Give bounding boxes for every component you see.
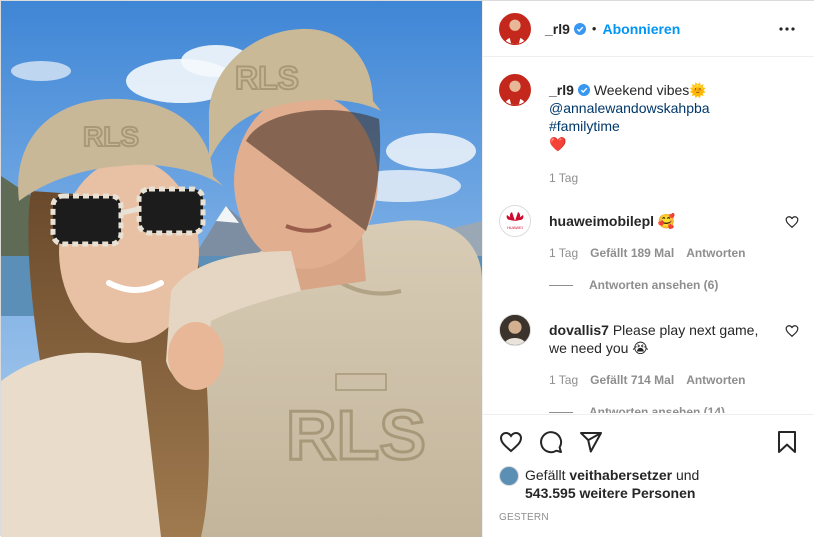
comment-time[interactable]: 1 Tag: [549, 244, 578, 262]
caption-hashtag[interactable]: #familytime: [549, 118, 620, 134]
comment-avatar[interactable]: [499, 314, 531, 346]
cap-logo-right: RLS: [235, 60, 299, 96]
cap-logo-left: RLS: [83, 121, 139, 152]
comment-like-icon[interactable]: [785, 324, 799, 338]
post-sidebar: _rl9 • Abonnieren _rl9 Weekend vibes🌞 @a…: [482, 1, 814, 537]
likes-count[interactable]: 543.595 weitere Personen: [525, 485, 695, 501]
comment-emoji: 🥰: [657, 213, 676, 229]
view-replies-label: Antworten ansehen (14): [589, 405, 726, 413]
separator-dot: •: [591, 21, 597, 36]
heart-emoji: ❤️: [549, 136, 567, 152]
author-avatar[interactable]: [499, 12, 531, 45]
comment-emoji: 😭: [632, 340, 649, 356]
view-replies-button[interactable]: Antworten ansehen (14): [549, 405, 799, 413]
svg-text:HUAWEI: HUAWEI: [507, 225, 523, 230]
reply-button[interactable]: Antworten: [686, 244, 745, 262]
follow-button[interactable]: Abonnieren: [602, 21, 680, 37]
liker-avatar[interactable]: [499, 466, 519, 486]
comment-item: dovallis7 Please play next game, we need…: [499, 314, 799, 389]
likes-summary: Gefällt veithabersetzer und 543.595 weit…: [499, 466, 799, 502]
comment-username[interactable]: huaweimobilepl: [549, 213, 654, 229]
caption-text: Weekend vibes: [593, 82, 690, 98]
caption-mention[interactable]: @annalewandowskahpba: [549, 100, 710, 116]
view-replies-label: Antworten ansehen (6): [589, 278, 719, 292]
author-username[interactable]: _rl9: [545, 21, 570, 37]
comment-likes[interactable]: Gefällt 189 Mal: [590, 244, 674, 262]
post-actions: Gefällt veithabersetzer und 543.595 weit…: [483, 414, 814, 523]
replies-divider: [549, 284, 573, 286]
heart-icon[interactable]: [499, 430, 523, 454]
comment-time[interactable]: 1 Tag: [549, 371, 578, 389]
bookmark-icon[interactable]: [775, 430, 799, 454]
replies-divider: [549, 411, 573, 413]
verified-badge-icon: [573, 22, 586, 35]
caption: _rl9 Weekend vibes🌞 @annalewandowskahpba…: [499, 74, 799, 187]
comment-item: HUAWEI huaweimobilepl 🥰 1 Tag Gefällt 18…: [499, 205, 799, 262]
comment-icon[interactable]: [539, 430, 563, 454]
post-date[interactable]: GESTERN: [499, 512, 799, 523]
instagram-post: RLS RLS RLS _rl9 • Abonnieren _rl9 Weeke…: [0, 0, 814, 537]
liker-username[interactable]: veithabersetzer: [569, 467, 672, 483]
caption-avatar[interactable]: [499, 74, 531, 106]
user-photo-icon: [500, 315, 530, 345]
share-icon[interactable]: [579, 430, 603, 454]
caption-time[interactable]: 1 Tag: [549, 169, 578, 187]
hoodie-logo: RLS: [286, 396, 426, 474]
comment-like-icon[interactable]: [785, 215, 799, 229]
likes-prefix: Gefällt: [525, 467, 566, 483]
comments-list[interactable]: _rl9 Weekend vibes🌞 @annalewandowskahpba…: [483, 58, 814, 413]
comment-avatar[interactable]: HUAWEI: [499, 205, 531, 237]
author-avatar-image: [504, 19, 526, 44]
huawei-logo-icon: HUAWEI: [506, 212, 524, 230]
sun-emoji: 🌞: [689, 82, 707, 98]
comment-username[interactable]: dovallis7: [549, 322, 609, 338]
comment-likes[interactable]: Gefällt 714 Mal: [590, 371, 674, 389]
reply-button[interactable]: Antworten: [686, 371, 745, 389]
caption-username[interactable]: _rl9: [549, 82, 574, 98]
view-replies-button[interactable]: Antworten ansehen (6): [549, 278, 799, 292]
photo-illustration: RLS RLS RLS: [1, 1, 482, 537]
post-header: _rl9 • Abonnieren: [483, 1, 814, 57]
more-options-icon[interactable]: [775, 17, 799, 41]
verified-badge-icon: [577, 84, 590, 96]
post-photo[interactable]: RLS RLS RLS: [1, 1, 482, 537]
likes-mid: und: [675, 467, 700, 483]
